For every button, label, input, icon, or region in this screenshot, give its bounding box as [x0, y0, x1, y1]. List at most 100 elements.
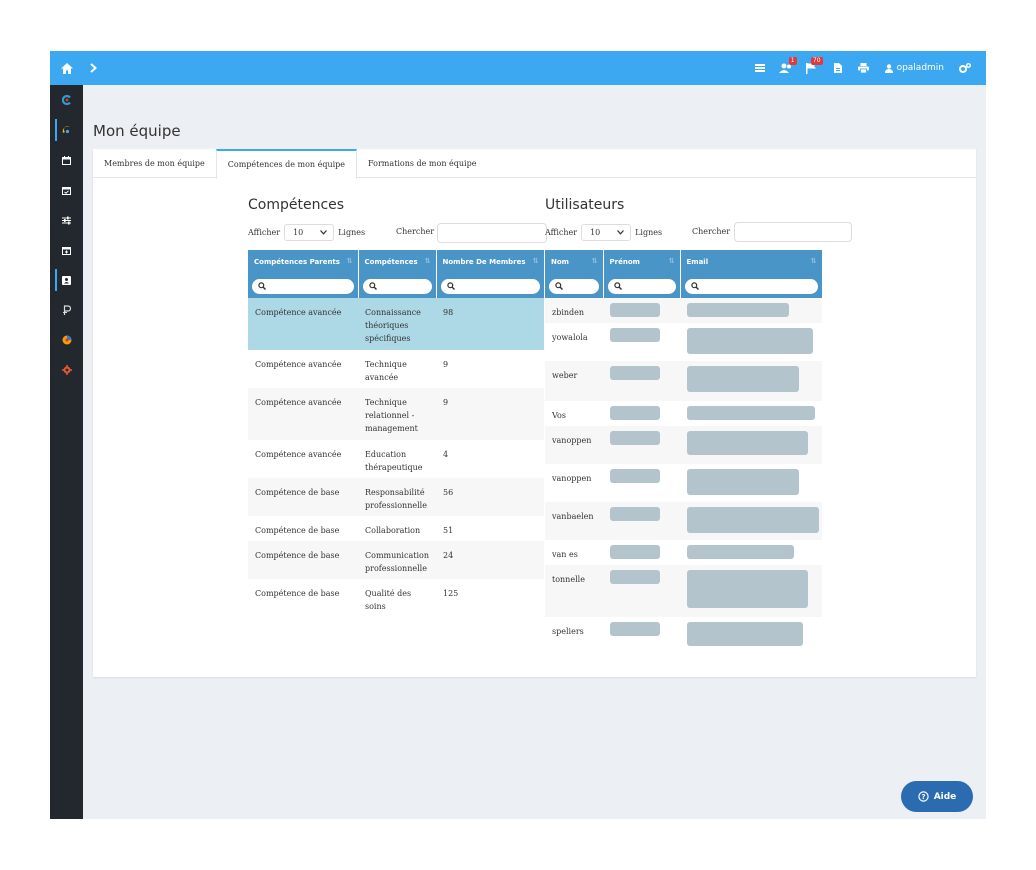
- users-badge: 1: [788, 57, 797, 65]
- table-row[interactable]: Compétence de base Communication profess…: [248, 541, 544, 579]
- tab-team-trainings[interactable]: Formations de mon équipe: [357, 149, 487, 178]
- table-row[interactable]: Compétence de base Collaboration 51: [248, 516, 544, 541]
- cell-email-redacted: [680, 323, 822, 361]
- column-filter-input[interactable]: [362, 278, 432, 294]
- column-filter-input[interactable]: [607, 278, 676, 294]
- utilisateurs-search-input[interactable]: [734, 222, 852, 242]
- sort-icon: ⇅: [346, 257, 353, 265]
- sidebar-item-circle-logo[interactable]: [50, 325, 83, 355]
- tab-team-competences[interactable]: Compétences de mon équipe: [215, 149, 358, 179]
- competences-search-label: Chercher: [396, 227, 435, 236]
- competences-length-select[interactable]: 10: [284, 224, 335, 241]
- help-button[interactable]: ? Aide: [901, 781, 973, 812]
- utilisateurs-show-label: Afficher: [545, 228, 578, 237]
- table-row[interactable]: Compétence de base Qualité des soins 125: [248, 579, 544, 617]
- redacted-block: [610, 469, 660, 483]
- print-icon: [858, 63, 870, 73]
- cell-email-redacted: [680, 502, 822, 540]
- competences-search-input[interactable]: [437, 223, 547, 243]
- svg-text:?: ?: [921, 793, 925, 801]
- utilisateurs-rows-label: Lignes: [635, 228, 663, 237]
- sidebar-item-moon-logo[interactable]: [50, 115, 83, 145]
- table-row[interactable]: Compétence avancée Technique avancée 9: [248, 350, 544, 388]
- sidebar-item-contact-card[interactable]: [50, 265, 83, 295]
- table-row[interactable]: vanoppen: [545, 426, 822, 464]
- filter-cell: [248, 274, 359, 298]
- table-row[interactable]: zbinden: [545, 298, 822, 323]
- table-row[interactable]: weber: [545, 361, 822, 401]
- flag-notifications-button[interactable]: 70: [799, 51, 825, 85]
- column-filter-input[interactable]: [440, 278, 540, 294]
- table-row[interactable]: Compétence avancée Connaissance théoriqu…: [248, 298, 544, 350]
- col-header-competences[interactable]: Compétences ⇅: [358, 250, 437, 274]
- table-row[interactable]: tonnelle: [545, 565, 822, 617]
- cell-parent: Compétence avancée: [248, 350, 358, 388]
- table-row[interactable]: Compétence de base Responsabilité profes…: [248, 478, 544, 516]
- sidebar-item-gear[interactable]: [50, 355, 83, 385]
- search-icon: [258, 282, 266, 290]
- table-row[interactable]: Vos: [545, 401, 822, 426]
- col-header-prenom[interactable]: Prénom ⇅: [603, 250, 681, 274]
- utilisateurs-length-select[interactable]: 10: [581, 224, 632, 241]
- sidebar-toggle-button[interactable]: [90, 51, 97, 85]
- redacted-block: [610, 622, 660, 636]
- users-notifications-button[interactable]: 1: [773, 51, 799, 85]
- col-header-email[interactable]: Email ⇅: [680, 250, 823, 274]
- sidebar-item-calendar-plus[interactable]: [50, 235, 83, 265]
- calendar-icon: [62, 155, 71, 165]
- table-row[interactable]: Compétence avancée Technique relationnel…: [248, 388, 544, 440]
- redacted-block: [687, 431, 808, 455]
- tab-team-members[interactable]: Membres de mon équipe: [93, 149, 216, 178]
- column-filter-input[interactable]: [684, 278, 818, 294]
- home-button[interactable]: [50, 51, 83, 85]
- tab-bar: Membres de mon équipe Compétences de mon…: [93, 149, 976, 179]
- cell-parent: Compétence avancée: [248, 440, 358, 478]
- circle-logo-icon: [62, 335, 71, 345]
- col-header-label: Compétences: [364, 258, 418, 266]
- sidebar-item-p-logo[interactable]: [50, 295, 83, 325]
- col-header-nombre-membres[interactable]: Nombre De Membres ⇅: [436, 250, 545, 274]
- cell-prenom-redacted: [603, 540, 680, 565]
- cell-prenom-redacted: [603, 401, 680, 426]
- settings-button[interactable]: [952, 51, 978, 85]
- column-filter-input[interactable]: [252, 278, 354, 294]
- utilisateurs-search-label: Chercher: [692, 227, 731, 236]
- redacted-block: [687, 366, 799, 392]
- cell-parent: Compétence de base: [248, 541, 358, 579]
- cell-count: 51: [436, 516, 544, 541]
- table-row[interactable]: yowalola: [545, 323, 822, 361]
- table-row[interactable]: van es: [545, 540, 822, 565]
- table-row[interactable]: vanoppen: [545, 464, 822, 502]
- gears-icon: [959, 63, 971, 73]
- home-icon: [60, 62, 73, 74]
- cell-prenom-redacted: [603, 426, 680, 464]
- sidebar-item-calendar[interactable]: [50, 145, 83, 175]
- cell-parent: Compétence de base: [248, 516, 358, 541]
- cell-nom: tonnelle: [545, 565, 603, 617]
- filter-cell: [545, 274, 604, 298]
- user-menu[interactable]: opaladmin: [877, 63, 952, 73]
- redacted-block: [687, 328, 813, 354]
- list-button[interactable]: [747, 51, 773, 85]
- document-button[interactable]: [825, 51, 851, 85]
- col-header-nom[interactable]: Nom ⇅: [545, 250, 604, 274]
- col-header-competences-parents[interactable]: Compétences Parents ⇅: [248, 250, 359, 274]
- moon-logo-icon: [62, 125, 70, 133]
- c-logo-icon: [61, 95, 71, 105]
- table-row[interactable]: speliers: [545, 617, 822, 655]
- table-row[interactable]: Compétence avancée Education thérapeutiq…: [248, 440, 544, 478]
- sidebar-item-c-logo[interactable]: [50, 85, 83, 115]
- cell-email-redacted: [680, 540, 822, 565]
- competences-table: Compétences Parents ⇅ Compétences ⇅ Nombre…: [248, 250, 545, 617]
- sort-icon: ⇅: [424, 257, 431, 265]
- competences-rows-label: Lignes: [338, 228, 366, 237]
- sidebar-item-calendar-check[interactable]: [50, 175, 83, 205]
- cell-email-redacted: [680, 426, 822, 464]
- cell-parent: Compétence avancée: [248, 298, 358, 350]
- print-button[interactable]: [851, 51, 877, 85]
- filter-cell: [680, 274, 823, 298]
- redacted-block: [610, 366, 660, 380]
- column-filter-input[interactable]: [549, 278, 599, 294]
- table-row[interactable]: vanbaelen: [545, 502, 822, 540]
- sidebar-item-sliders[interactable]: [50, 205, 83, 235]
